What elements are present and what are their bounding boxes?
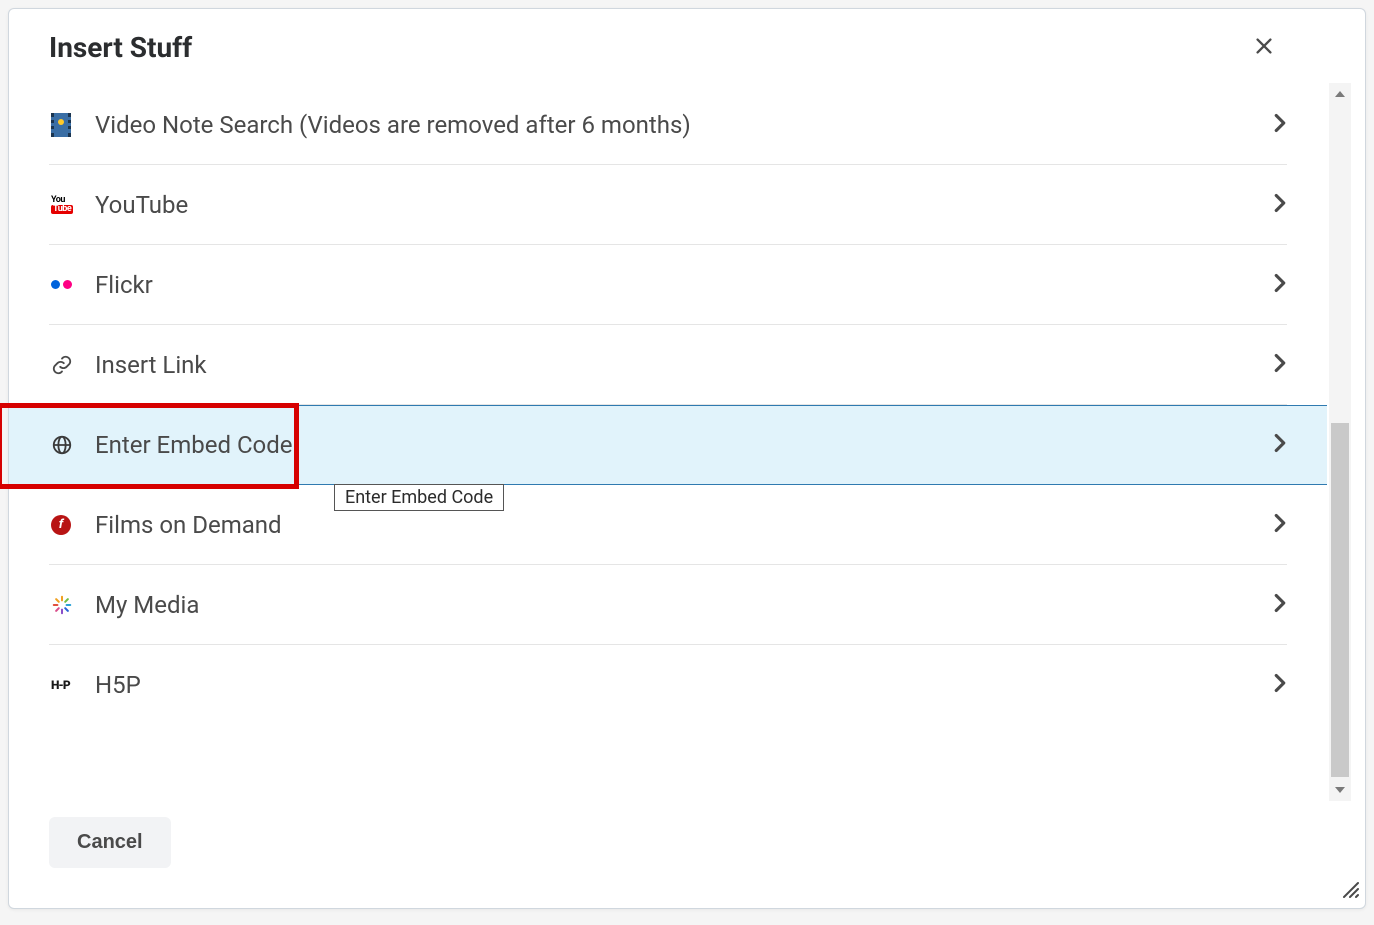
- option-label: H5P: [95, 671, 1273, 699]
- option-label: YouTube: [95, 191, 1273, 219]
- scrollbar[interactable]: [1329, 83, 1351, 801]
- burst-icon: [49, 594, 95, 616]
- insert-stuff-dialog: Insert Stuff Video Note Search (Videos a…: [8, 8, 1366, 909]
- chevron-right-icon: [1273, 273, 1287, 297]
- link-icon: [49, 354, 95, 376]
- scrollbar-thumb[interactable]: [1331, 423, 1349, 777]
- chevron-right-icon: [1273, 673, 1287, 697]
- option-label: Enter Embed Code: [95, 431, 1273, 459]
- insert-options-list: Video Note Search (Videos are removed af…: [9, 85, 1327, 725]
- scrollbar-up-button[interactable]: [1329, 83, 1351, 105]
- youtube-icon: You Tube: [49, 196, 95, 214]
- option-label: Insert Link: [95, 351, 1273, 379]
- dialog-title: Insert Stuff: [49, 31, 192, 64]
- option-enter-embed-code[interactable]: Enter Embed Code Enter Embed Code: [9, 405, 1327, 485]
- option-youtube[interactable]: You Tube YouTube: [49, 165, 1287, 245]
- chevron-right-icon: [1273, 513, 1287, 537]
- close-icon: [1253, 45, 1275, 60]
- option-video-note-search[interactable]: Video Note Search (Videos are removed af…: [49, 85, 1287, 165]
- globe-icon: [49, 434, 95, 456]
- dialog-header: Insert Stuff: [9, 9, 1365, 70]
- chevron-right-icon: [1273, 193, 1287, 217]
- cancel-button[interactable]: Cancel: [49, 817, 171, 868]
- option-flickr[interactable]: Flickr: [49, 245, 1287, 325]
- film-icon: [49, 113, 95, 137]
- scroll-area: Video Note Search (Videos are removed af…: [9, 85, 1365, 788]
- resize-handle[interactable]: [1339, 878, 1359, 902]
- option-label: Video Note Search (Videos are removed af…: [95, 111, 1273, 139]
- close-button[interactable]: [1247, 29, 1325, 66]
- dialog-footer: Cancel: [9, 791, 1365, 908]
- option-h5p[interactable]: H-P H5P: [49, 645, 1287, 725]
- chevron-right-icon: [1273, 353, 1287, 377]
- chevron-right-icon: [1273, 593, 1287, 617]
- option-my-media[interactable]: My Media: [49, 565, 1287, 645]
- chevron-right-icon: [1273, 433, 1287, 457]
- option-label: My Media: [95, 591, 1273, 619]
- option-films-on-demand[interactable]: f Films on Demand: [49, 485, 1287, 565]
- chevron-right-icon: [1273, 113, 1287, 137]
- option-label: Films on Demand: [95, 511, 1273, 539]
- option-label: Flickr: [95, 271, 1273, 299]
- h5p-icon: H-P: [49, 678, 95, 692]
- flickr-icon: [49, 280, 95, 289]
- films-on-demand-icon: f: [49, 515, 95, 535]
- option-insert-link[interactable]: Insert Link: [49, 325, 1287, 405]
